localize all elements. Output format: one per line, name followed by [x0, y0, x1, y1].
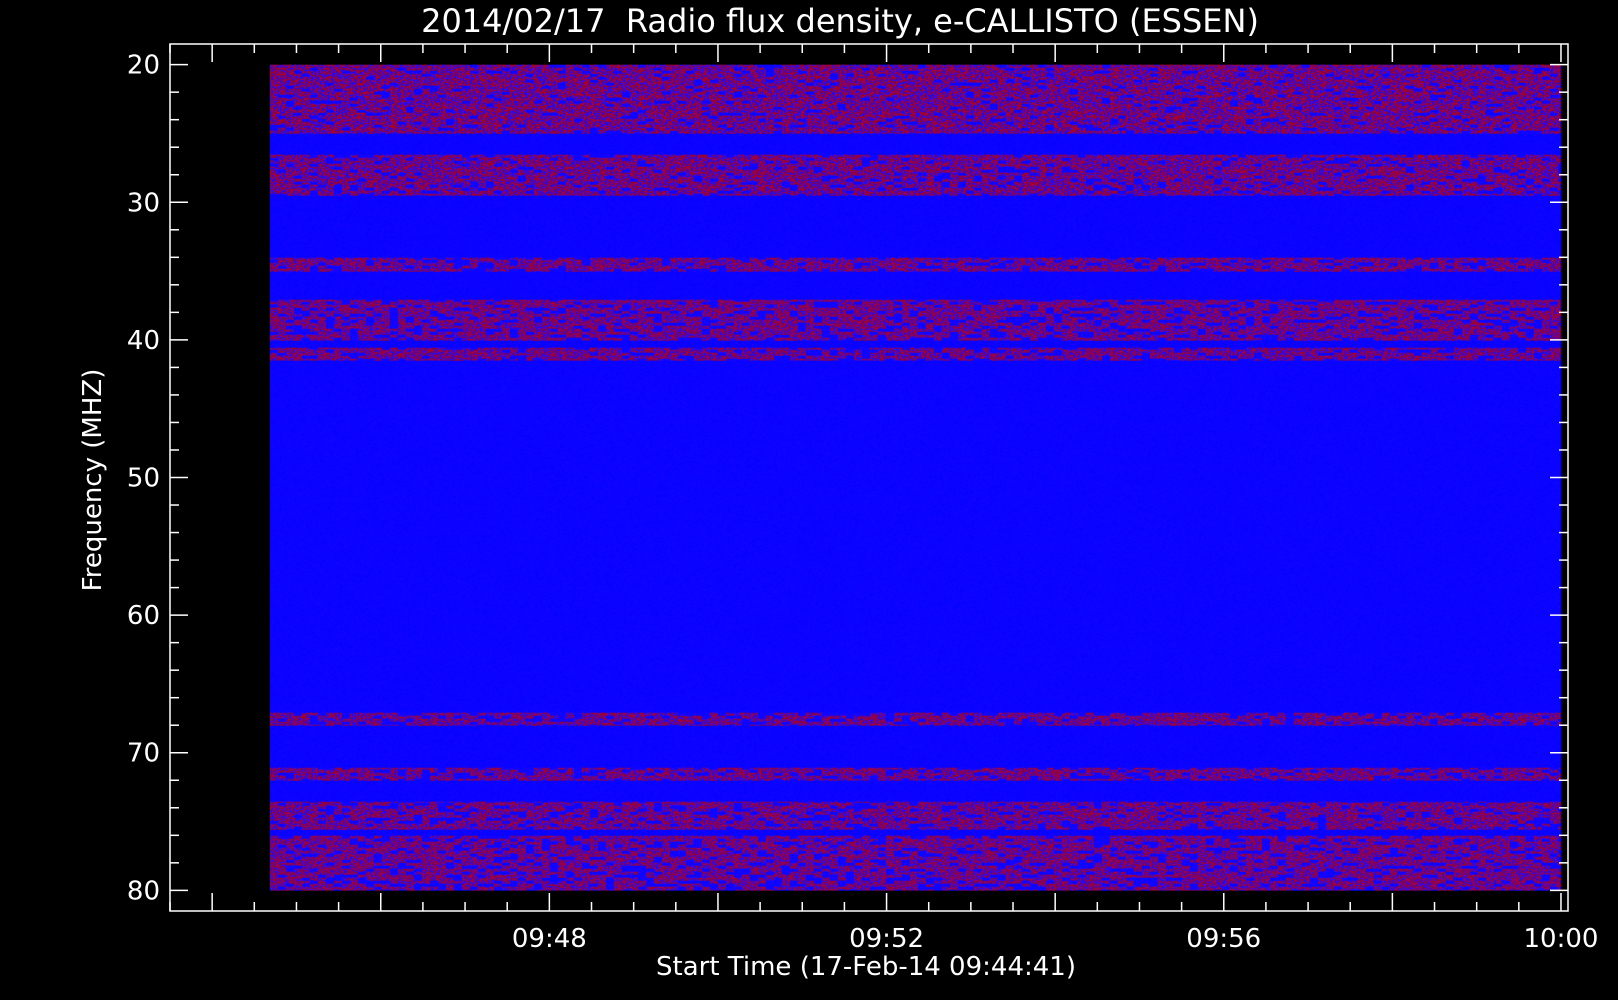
- x-tick-label: 09:52: [849, 924, 924, 954]
- y-tick-label: 20: [127, 51, 160, 81]
- spectrogram-chart: 2014/02/17 Radio flux density, e-CALLIST…: [0, 0, 1618, 1000]
- x-tick-label: 10:00: [1524, 924, 1599, 954]
- y-tick-label: 60: [127, 601, 160, 631]
- x-tick-label: 09:48: [512, 924, 587, 954]
- x-axis-label: Start Time (17-Feb-14 09:44:41): [656, 952, 1076, 982]
- y-tick-label: 50: [127, 464, 160, 494]
- y-tick-label: 70: [127, 739, 160, 769]
- x-tick-label: 09:56: [1186, 924, 1261, 954]
- heatmap-image: [269, 64, 1561, 891]
- chart-title: 2014/02/17 Radio flux density, e-CALLIST…: [421, 2, 1259, 40]
- y-tick-label: 80: [127, 876, 160, 906]
- y-axis-label: Frequency (MHZ): [78, 369, 108, 592]
- y-tick-label: 40: [127, 326, 160, 356]
- heatmap-raster: [269, 64, 1561, 891]
- y-tick-label: 30: [127, 188, 160, 218]
